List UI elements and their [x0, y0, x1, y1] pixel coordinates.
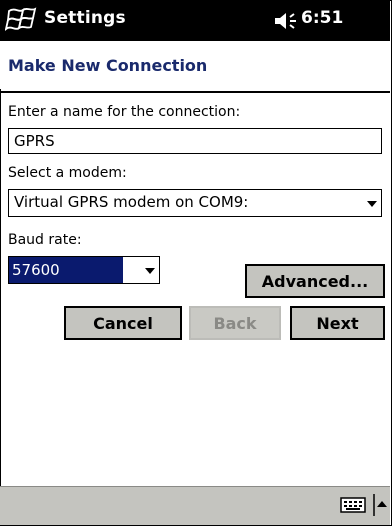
connection-name-input[interactable]: [9, 129, 374, 153]
cancel-button[interactable]: Cancel: [64, 306, 182, 340]
back-button[interactable]: Back: [189, 306, 281, 340]
windows-flag-icon[interactable]: [5, 5, 37, 35]
heading-divider: [0, 91, 390, 93]
app-title[interactable]: Settings: [44, 8, 126, 28]
connection-name-label: Enter a name for the connection:: [8, 104, 241, 120]
connection-name-field[interactable]: [8, 128, 382, 154]
page-title: Make New Connection: [8, 56, 208, 75]
chevron-down-icon: [145, 268, 155, 274]
modem-select-value: Virtual GPRS modem on COM9:: [14, 193, 249, 211]
up-arrow-icon[interactable]: [373, 494, 387, 516]
baud-rate-select-value: 57600: [9, 257, 123, 283]
modem-select[interactable]: Virtual GPRS modem on COM9:: [8, 189, 382, 217]
modem-label: Select a modem:: [8, 165, 127, 181]
keyboard-icon[interactable]: [340, 496, 366, 514]
speaker-icon[interactable]: [273, 11, 299, 31]
next-button[interactable]: Next: [290, 306, 385, 340]
menu-bar: [0, 486, 390, 525]
baud-rate-select[interactable]: 57600: [8, 256, 160, 284]
chevron-down-icon: [367, 201, 377, 207]
advanced-button[interactable]: Advanced...: [245, 264, 385, 298]
baud-rate-label: Baud rate:: [8, 232, 82, 248]
clock[interactable]: 6:51: [301, 8, 343, 28]
